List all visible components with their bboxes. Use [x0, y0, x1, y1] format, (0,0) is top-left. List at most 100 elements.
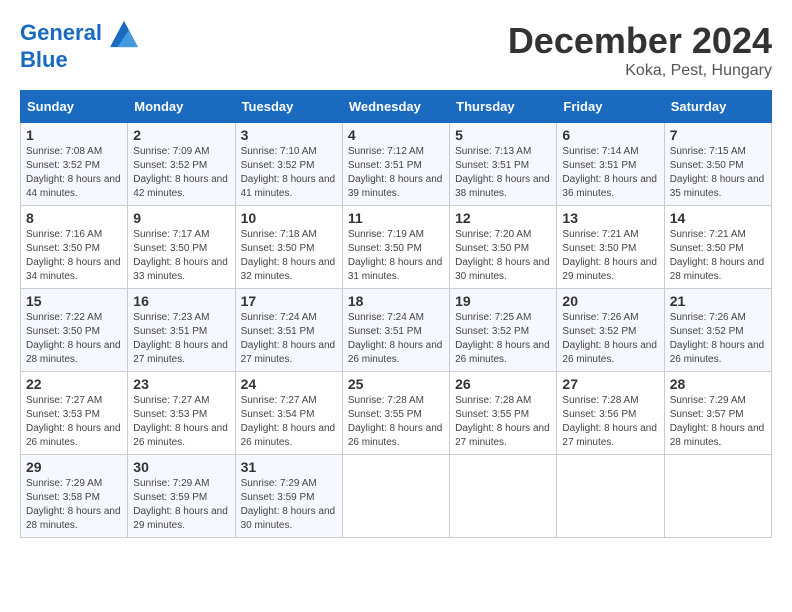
day-number: 12: [455, 210, 551, 226]
day-info: Sunrise: 7:08 AM Sunset: 3:52 PM Dayligh…: [26, 145, 122, 201]
day-info: Sunrise: 7:20 AM Sunset: 3:50 PM Dayligh…: [455, 228, 551, 284]
page-header: General Blue December 2024 Koka, Pest, H…: [20, 20, 772, 80]
day-info: Sunrise: 7:14 AM Sunset: 3:51 PM Dayligh…: [562, 145, 658, 201]
calendar-cell: 21 Sunrise: 7:26 AM Sunset: 3:52 PM Dayl…: [664, 289, 771, 372]
calendar-week-row: 8 Sunrise: 7:16 AM Sunset: 3:50 PM Dayli…: [21, 206, 772, 289]
calendar-cell: 23 Sunrise: 7:27 AM Sunset: 3:53 PM Dayl…: [128, 372, 235, 455]
calendar-week-row: 22 Sunrise: 7:27 AM Sunset: 3:53 PM Dayl…: [21, 372, 772, 455]
day-number: 18: [348, 293, 444, 309]
day-info: Sunrise: 7:21 AM Sunset: 3:50 PM Dayligh…: [562, 228, 658, 284]
col-friday: Friday: [557, 91, 664, 123]
day-number: 10: [241, 210, 337, 226]
calendar-cell: [664, 455, 771, 538]
day-info: Sunrise: 7:17 AM Sunset: 3:50 PM Dayligh…: [133, 228, 229, 284]
day-number: 16: [133, 293, 229, 309]
day-number: 28: [670, 376, 766, 392]
calendar-cell: 17 Sunrise: 7:24 AM Sunset: 3:51 PM Dayl…: [235, 289, 342, 372]
col-sunday: Sunday: [21, 91, 128, 123]
day-info: Sunrise: 7:24 AM Sunset: 3:51 PM Dayligh…: [348, 311, 444, 367]
calendar-cell: 14 Sunrise: 7:21 AM Sunset: 3:50 PM Dayl…: [664, 206, 771, 289]
calendar-cell: 26 Sunrise: 7:28 AM Sunset: 3:55 PM Dayl…: [450, 372, 557, 455]
day-info: Sunrise: 7:16 AM Sunset: 3:50 PM Dayligh…: [26, 228, 122, 284]
day-number: 21: [670, 293, 766, 309]
calendar-cell: 12 Sunrise: 7:20 AM Sunset: 3:50 PM Dayl…: [450, 206, 557, 289]
calendar-header-row: Sunday Monday Tuesday Wednesday Thursday…: [21, 91, 772, 123]
calendar-cell: 5 Sunrise: 7:13 AM Sunset: 3:51 PM Dayli…: [450, 123, 557, 206]
day-info: Sunrise: 7:25 AM Sunset: 3:52 PM Dayligh…: [455, 311, 551, 367]
day-info: Sunrise: 7:29 AM Sunset: 3:59 PM Dayligh…: [241, 477, 337, 533]
calendar-cell: 9 Sunrise: 7:17 AM Sunset: 3:50 PM Dayli…: [128, 206, 235, 289]
day-info: Sunrise: 7:27 AM Sunset: 3:53 PM Dayligh…: [133, 394, 229, 450]
logo-blue-text: Blue: [20, 48, 138, 72]
calendar-cell: 13 Sunrise: 7:21 AM Sunset: 3:50 PM Dayl…: [557, 206, 664, 289]
calendar-cell: 8 Sunrise: 7:16 AM Sunset: 3:50 PM Dayli…: [21, 206, 128, 289]
day-info: Sunrise: 7:21 AM Sunset: 3:50 PM Dayligh…: [670, 228, 766, 284]
day-number: 31: [241, 459, 337, 475]
day-number: 3: [241, 127, 337, 143]
day-info: Sunrise: 7:12 AM Sunset: 3:51 PM Dayligh…: [348, 145, 444, 201]
logo-icon: [110, 20, 138, 48]
day-info: Sunrise: 7:27 AM Sunset: 3:53 PM Dayligh…: [26, 394, 122, 450]
day-number: 17: [241, 293, 337, 309]
day-info: Sunrise: 7:29 AM Sunset: 3:58 PM Dayligh…: [26, 477, 122, 533]
day-number: 23: [133, 376, 229, 392]
title-area: December 2024 Koka, Pest, Hungary: [508, 20, 772, 80]
day-number: 30: [133, 459, 229, 475]
calendar-cell: [557, 455, 664, 538]
location: Koka, Pest, Hungary: [508, 62, 772, 80]
calendar-cell: 31 Sunrise: 7:29 AM Sunset: 3:59 PM Dayl…: [235, 455, 342, 538]
day-info: Sunrise: 7:23 AM Sunset: 3:51 PM Dayligh…: [133, 311, 229, 367]
day-info: Sunrise: 7:27 AM Sunset: 3:54 PM Dayligh…: [241, 394, 337, 450]
day-number: 8: [26, 210, 122, 226]
calendar-cell: 1 Sunrise: 7:08 AM Sunset: 3:52 PM Dayli…: [21, 123, 128, 206]
day-number: 2: [133, 127, 229, 143]
day-number: 7: [670, 127, 766, 143]
day-info: Sunrise: 7:22 AM Sunset: 3:50 PM Dayligh…: [26, 311, 122, 367]
day-info: Sunrise: 7:28 AM Sunset: 3:56 PM Dayligh…: [562, 394, 658, 450]
day-info: Sunrise: 7:15 AM Sunset: 3:50 PM Dayligh…: [670, 145, 766, 201]
calendar-cell: 29 Sunrise: 7:29 AM Sunset: 3:58 PM Dayl…: [21, 455, 128, 538]
day-number: 9: [133, 210, 229, 226]
month-title: December 2024: [508, 20, 772, 62]
calendar-week-row: 15 Sunrise: 7:22 AM Sunset: 3:50 PM Dayl…: [21, 289, 772, 372]
logo-text: General: [20, 20, 138, 48]
calendar-cell: 6 Sunrise: 7:14 AM Sunset: 3:51 PM Dayli…: [557, 123, 664, 206]
day-number: 19: [455, 293, 551, 309]
calendar-cell: 25 Sunrise: 7:28 AM Sunset: 3:55 PM Dayl…: [342, 372, 449, 455]
day-number: 13: [562, 210, 658, 226]
calendar-cell: 11 Sunrise: 7:19 AM Sunset: 3:50 PM Dayl…: [342, 206, 449, 289]
calendar-cell: 4 Sunrise: 7:12 AM Sunset: 3:51 PM Dayli…: [342, 123, 449, 206]
day-number: 11: [348, 210, 444, 226]
calendar-cell: 3 Sunrise: 7:10 AM Sunset: 3:52 PM Dayli…: [235, 123, 342, 206]
day-info: Sunrise: 7:09 AM Sunset: 3:52 PM Dayligh…: [133, 145, 229, 201]
day-info: Sunrise: 7:19 AM Sunset: 3:50 PM Dayligh…: [348, 228, 444, 284]
calendar-cell: 24 Sunrise: 7:27 AM Sunset: 3:54 PM Dayl…: [235, 372, 342, 455]
calendar-cell: 2 Sunrise: 7:09 AM Sunset: 3:52 PM Dayli…: [128, 123, 235, 206]
calendar-cell: [450, 455, 557, 538]
calendar-week-row: 1 Sunrise: 7:08 AM Sunset: 3:52 PM Dayli…: [21, 123, 772, 206]
calendar-cell: 19 Sunrise: 7:25 AM Sunset: 3:52 PM Dayl…: [450, 289, 557, 372]
day-info: Sunrise: 7:29 AM Sunset: 3:59 PM Dayligh…: [133, 477, 229, 533]
col-thursday: Thursday: [450, 91, 557, 123]
day-number: 15: [26, 293, 122, 309]
calendar-cell: 16 Sunrise: 7:23 AM Sunset: 3:51 PM Dayl…: [128, 289, 235, 372]
day-number: 26: [455, 376, 551, 392]
day-number: 1: [26, 127, 122, 143]
calendar-cell: 15 Sunrise: 7:22 AM Sunset: 3:50 PM Dayl…: [21, 289, 128, 372]
day-number: 29: [26, 459, 122, 475]
calendar-table: Sunday Monday Tuesday Wednesday Thursday…: [20, 90, 772, 538]
col-tuesday: Tuesday: [235, 91, 342, 123]
day-number: 6: [562, 127, 658, 143]
col-monday: Monday: [128, 91, 235, 123]
day-info: Sunrise: 7:28 AM Sunset: 3:55 PM Dayligh…: [455, 394, 551, 450]
day-number: 5: [455, 127, 551, 143]
day-number: 27: [562, 376, 658, 392]
day-number: 22: [26, 376, 122, 392]
col-saturday: Saturday: [664, 91, 771, 123]
calendar-cell: 20 Sunrise: 7:26 AM Sunset: 3:52 PM Dayl…: [557, 289, 664, 372]
day-info: Sunrise: 7:13 AM Sunset: 3:51 PM Dayligh…: [455, 145, 551, 201]
calendar-cell: [342, 455, 449, 538]
calendar-week-row: 29 Sunrise: 7:29 AM Sunset: 3:58 PM Dayl…: [21, 455, 772, 538]
day-info: Sunrise: 7:10 AM Sunset: 3:52 PM Dayligh…: [241, 145, 337, 201]
day-number: 25: [348, 376, 444, 392]
